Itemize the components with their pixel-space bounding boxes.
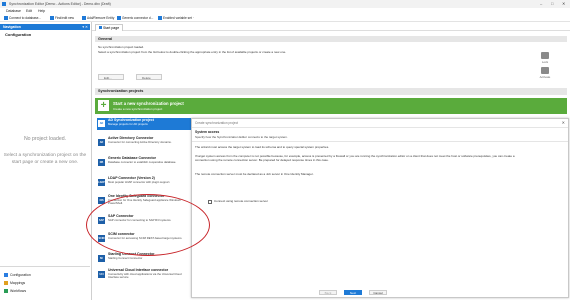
dialog-title: Create synchronization project (195, 121, 239, 125)
nav-item-configuration[interactable]: Configuration (4, 272, 31, 278)
dialog-subheading: Specify how the Synchronization Editor c… (195, 135, 288, 139)
variable-set-icon (158, 16, 162, 20)
connector-icon: SC (98, 255, 105, 262)
new-project-title: Start a new synchronization project (113, 101, 184, 106)
activate-button[interactable]: Activate (535, 67, 555, 79)
projects-section-header: Synchronization projects (95, 88, 567, 95)
mappings-icon (4, 281, 8, 285)
remote-connection-label[interactable]: Connect using remote connection server (214, 199, 268, 203)
general-section-header: General (95, 36, 567, 42)
home-icon (99, 26, 102, 29)
navigation-header: Navigation ▾ ✕ (0, 24, 90, 30)
configuration-heading: Configuration (5, 32, 32, 37)
divider (192, 127, 568, 128)
connector-description: Manage projects for AD projects (108, 122, 148, 126)
connector-description: Starling Connect Connector (108, 256, 143, 260)
connector-item[interactable]: LDAP LDAP Connector (Version 2) Most pop… (97, 176, 192, 190)
connector-icon: DB (98, 159, 105, 166)
add-remove-entity-button[interactable]: Add/Remove Entity (82, 14, 114, 22)
dialog-paragraph-1: The wizard must access the target system… (195, 145, 330, 149)
new-project-subtitle: Create a new synchronization project (113, 107, 163, 111)
dialog-heading: System access (195, 130, 220, 134)
connector-icon: AD (98, 139, 105, 146)
maximize-button[interactable]: □ (551, 0, 553, 8)
toolbar: Connect to database... Find/edit new Add… (0, 14, 570, 22)
window-title: Synchronization Editor [Demo - Actions E… (9, 2, 111, 6)
connector-icon: UCI (98, 271, 105, 278)
minimize-button[interactable]: – (540, 0, 542, 8)
back-button[interactable]: Back (319, 290, 337, 295)
connector-icon: AD (98, 120, 105, 127)
general-text: No synchronization project loaded. Selec… (98, 45, 286, 55)
pin-icon[interactable]: ▾ ✕ (82, 24, 88, 30)
cancel-button[interactable]: Cancel (369, 290, 387, 295)
workflows-icon (4, 289, 8, 293)
navigation-bottom: Configuration Mappings Workflows (0, 266, 90, 300)
plus-icon: + (98, 100, 109, 111)
next-button[interactable]: Next (344, 290, 362, 295)
pane-divider[interactable] (91, 22, 92, 300)
tab-bar: Start page (92, 24, 570, 31)
connector-description: Connector for connecting Active Director… (108, 140, 172, 144)
connector-icon: LDAP (98, 179, 105, 186)
title-bar: Synchronization Editor [Demo - Actions E… (0, 0, 570, 8)
navigation-title: Navigation (3, 25, 21, 29)
connector-item[interactable]: UCI Universal Cloud Interface connector … (97, 268, 192, 286)
activate-icon (541, 67, 549, 74)
app-icon (2, 2, 6, 6)
no-project-message: No project loaded. (23, 136, 67, 142)
variable-set-dropdown[interactable]: Enabled variable set · (158, 14, 194, 22)
delete-button[interactable]: Delete (136, 74, 162, 80)
lock-icon (541, 52, 549, 59)
tab-start-page[interactable]: Start page (95, 24, 124, 31)
connector-icon (117, 16, 121, 20)
lock-button[interactable]: Lock (535, 52, 555, 64)
database-icon (4, 16, 8, 20)
edit-button[interactable]: Edit... (98, 74, 124, 80)
divider (192, 141, 568, 142)
dialog-close-icon[interactable]: ✕ (562, 120, 565, 125)
dialog-paragraph-3: The remote connection server must be dec… (195, 172, 314, 176)
connector-item[interactable]: AD Active Directory Connector Connector … (97, 136, 192, 152)
connector-item[interactable]: AD AD Synchronization project Manage pro… (97, 118, 192, 130)
find-icon (50, 16, 54, 20)
connector-description: Connectivity with cloud applications via… (108, 272, 182, 280)
create-project-dialog: Create synchronization project ✕ System … (191, 118, 569, 298)
connector-description: Database connector to establish cooperat… (108, 160, 177, 164)
connector-description: Most popular LDAP connector with plugin … (108, 180, 171, 184)
add-entity-icon (82, 16, 86, 20)
connector-item[interactable]: DB Generic Database Connector Database c… (97, 156, 192, 172)
nav-item-mappings[interactable]: Mappings (4, 280, 25, 286)
generic-connector-button[interactable]: Generic connector d... (117, 14, 153, 22)
dialog-paragraph-2: If target system access from the compute… (195, 154, 515, 162)
highlight-ellipse (86, 194, 210, 256)
nav-item-workflows[interactable]: Workflows (4, 288, 26, 294)
configuration-icon (4, 273, 8, 277)
no-project-hint: Select a synchronization project on the … (3, 153, 87, 165)
find-edit-button[interactable]: Find/edit new (50, 14, 74, 22)
remote-connection-checkbox[interactable] (208, 200, 212, 204)
new-project-banner[interactable]: + Start a new synchronization project Cr… (95, 98, 567, 114)
close-button[interactable]: ✕ (562, 0, 565, 8)
general-line-2: Select a synchronization project from th… (98, 50, 287, 54)
connect-database-button[interactable]: Connect to database... (4, 14, 41, 22)
